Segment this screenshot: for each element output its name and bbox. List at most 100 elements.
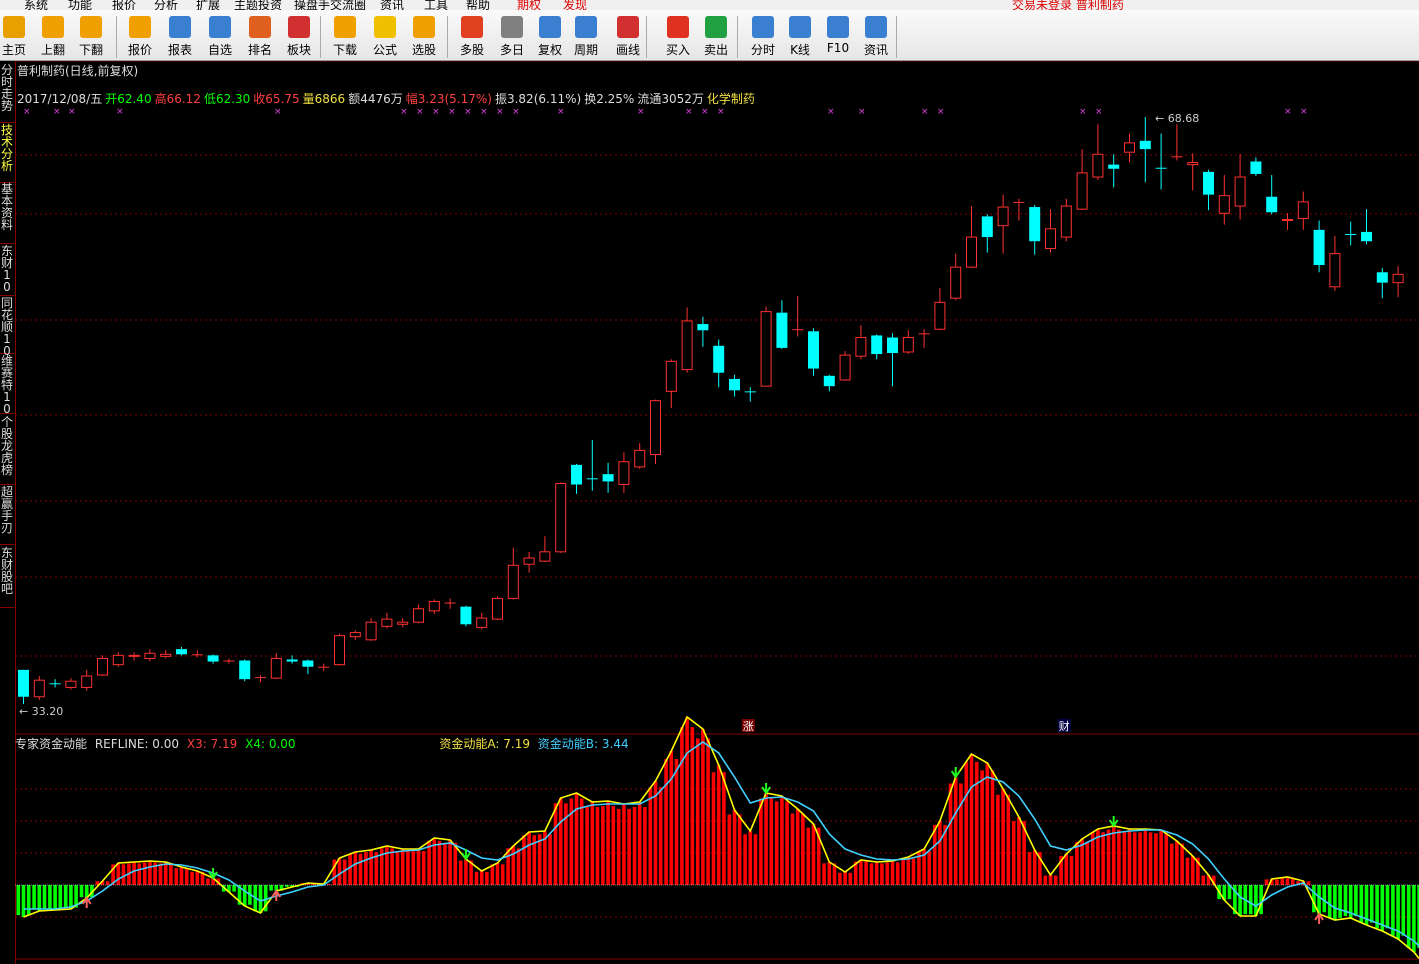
toolbar-button-kline[interactable]: K线 bbox=[781, 14, 819, 58]
toolbar-separator bbox=[896, 16, 897, 58]
chart-area[interactable]: × × × × × × × × × × × × × × × × × × × × × × × × × × ← 68.68 ← 33.20… bbox=[15, 61, 1419, 964]
toolbar-button-label: 复权 bbox=[537, 43, 562, 57]
toolbar-button-intraday[interactable]: 分时 bbox=[744, 14, 782, 58]
candle-body bbox=[1076, 172, 1088, 210]
side-tab-4[interactable]: 同花顺10 bbox=[0, 297, 14, 357]
weight-mark: × bbox=[116, 107, 124, 117]
candle bbox=[1060, 198, 1072, 242]
candle-body bbox=[934, 301, 946, 330]
candle-body bbox=[460, 606, 472, 625]
weight-mark: × bbox=[400, 107, 408, 117]
candle-body bbox=[128, 654, 140, 657]
candle bbox=[681, 307, 693, 373]
side-tab-5[interactable]: 维赛特10 bbox=[0, 355, 14, 415]
candle bbox=[65, 678, 77, 690]
side-tab-0[interactable]: 分时走势 bbox=[0, 64, 14, 123]
toolbar-button-restore[interactable]: 复权 bbox=[531, 14, 569, 58]
toolbar-button-label: 资讯 bbox=[863, 43, 888, 57]
toolbar-button-f8[interactable]: 周期 bbox=[567, 14, 605, 58]
min-price-label: ← 33.20 bbox=[19, 705, 63, 718]
toolbar-button-download[interactable]: 下载 bbox=[326, 14, 364, 58]
toolbar-button-f10[interactable]: F10 bbox=[819, 14, 857, 58]
candle-body bbox=[160, 653, 172, 657]
candle-body bbox=[1155, 167, 1167, 169]
candle-body bbox=[1092, 153, 1104, 178]
toolbar-button-label: 排名 bbox=[247, 43, 272, 57]
candle-body bbox=[855, 337, 867, 357]
candle-body bbox=[697, 324, 709, 331]
side-tab-2[interactable]: 基本资料 bbox=[0, 183, 14, 244]
candle bbox=[476, 612, 488, 630]
candle bbox=[1203, 169, 1214, 211]
candle bbox=[887, 333, 898, 387]
toolbar-button-ranking[interactable]: 排名 bbox=[241, 14, 279, 58]
weight-mark: × bbox=[1095, 107, 1103, 117]
side-tab-7[interactable]: 超赢手刃 bbox=[0, 486, 14, 545]
candle bbox=[176, 647, 187, 656]
side-tab-3[interactable]: 东财10 bbox=[0, 245, 14, 296]
candle bbox=[1013, 198, 1025, 221]
indicator-header: 专家资金动能 REFLINE: 0.00 X3: 7.19 X4: 0.00 资… bbox=[15, 735, 633, 752]
weight-mark: × bbox=[1079, 107, 1087, 117]
candle bbox=[33, 676, 45, 700]
candle-body bbox=[223, 660, 235, 662]
candle-body bbox=[49, 683, 61, 685]
candle-body bbox=[476, 617, 488, 628]
weight-mark: × bbox=[512, 107, 520, 117]
toolbar-button-yen[interactable]: 报价 bbox=[121, 14, 159, 58]
candle-body bbox=[650, 400, 661, 455]
toolbar-button-buy[interactable]: 买入 bbox=[659, 14, 697, 58]
candle bbox=[839, 350, 851, 381]
menu-item-1[interactable]: 功能 bbox=[68, 0, 92, 10]
candle-body bbox=[902, 337, 914, 353]
toolbar-button-sector[interactable]: 板块 bbox=[280, 14, 318, 58]
toolbar-separator bbox=[320, 16, 321, 58]
toolbar-button-multi-stock[interactable]: 多股 bbox=[453, 14, 491, 58]
menu-item-4[interactable]: 扩展 bbox=[196, 0, 220, 10]
candle-body bbox=[981, 216, 993, 238]
candle-body bbox=[18, 669, 29, 697]
toolbar-button-news[interactable]: 资讯 bbox=[857, 14, 895, 58]
weight-mark: × bbox=[53, 107, 61, 117]
max-price-label: ← 68.68 bbox=[1155, 112, 1199, 125]
side-tab-6[interactable]: 个股龙虎榜 bbox=[0, 416, 14, 485]
toolbar-button-home[interactable]: 主页 bbox=[0, 14, 33, 58]
menu-item-0[interactable]: 系统 bbox=[24, 0, 48, 10]
side-tab-1[interactable]: 技术分析 bbox=[0, 124, 14, 183]
toolbar: 主页 上翻 下翻 报价 报表 自选 排名 板块 下载 公式 选股 多股 多日 复权 周期 画线 买入 卖出 分时 K线… bbox=[0, 10, 1419, 61]
candle-body bbox=[1376, 272, 1388, 283]
toolbar-button-arrow-down[interactable]: 下翻 bbox=[72, 14, 110, 58]
side-tab-8[interactable]: 东财股吧 bbox=[0, 547, 14, 608]
candle bbox=[1282, 213, 1293, 230]
toolbar-button-draw-line[interactable]: 画线 bbox=[609, 14, 647, 58]
toolbar-button-sell[interactable]: 卖出 bbox=[697, 14, 735, 58]
toolbar-button-arrow-up[interactable]: 上翻 bbox=[34, 14, 72, 58]
candle-body bbox=[1250, 161, 1262, 174]
weight-mark: × bbox=[1300, 107, 1308, 117]
menu-item-3[interactable]: 分析 bbox=[154, 0, 178, 10]
toolbar-button-report[interactable]: 报表 bbox=[161, 14, 199, 58]
menu-item-7[interactable]: 资讯 bbox=[380, 0, 404, 10]
candle bbox=[1076, 149, 1088, 211]
toolbar-button-f6[interactable]: 自选 bbox=[201, 14, 239, 58]
toolbar-button-label: 卖出 bbox=[703, 43, 728, 57]
indicator-b: 资金动能B: 3.44 bbox=[537, 737, 629, 751]
toolbar-button-label: 多日 bbox=[499, 43, 524, 57]
menu-item-9[interactable]: 帮助 bbox=[466, 0, 490, 10]
toolbar-button-clock[interactable]: 多日 bbox=[493, 14, 531, 58]
toolbar-button-formula[interactable]: 公式 bbox=[366, 14, 404, 58]
event-marker: 涨 bbox=[743, 720, 754, 733]
clock-icon bbox=[501, 16, 523, 38]
menu-item-11[interactable]: 发现 bbox=[563, 0, 587, 10]
menu-item-2[interactable]: 报价 bbox=[112, 0, 136, 10]
menu-item-5[interactable]: 主题投资 bbox=[234, 0, 282, 10]
toolbar-button-label: 自选 bbox=[207, 43, 232, 57]
menu-item-10[interactable]: 期权 bbox=[517, 0, 541, 10]
toolbar-button-stock-pick[interactable]: 选股 bbox=[405, 14, 443, 58]
menu-item-6[interactable]: 操盘手交流圈 bbox=[294, 0, 366, 10]
candle bbox=[966, 206, 977, 269]
candle bbox=[1045, 209, 1056, 253]
menu-item-8[interactable]: 工具 bbox=[424, 0, 448, 10]
weight-mark: × bbox=[557, 107, 565, 117]
candle bbox=[729, 374, 740, 397]
